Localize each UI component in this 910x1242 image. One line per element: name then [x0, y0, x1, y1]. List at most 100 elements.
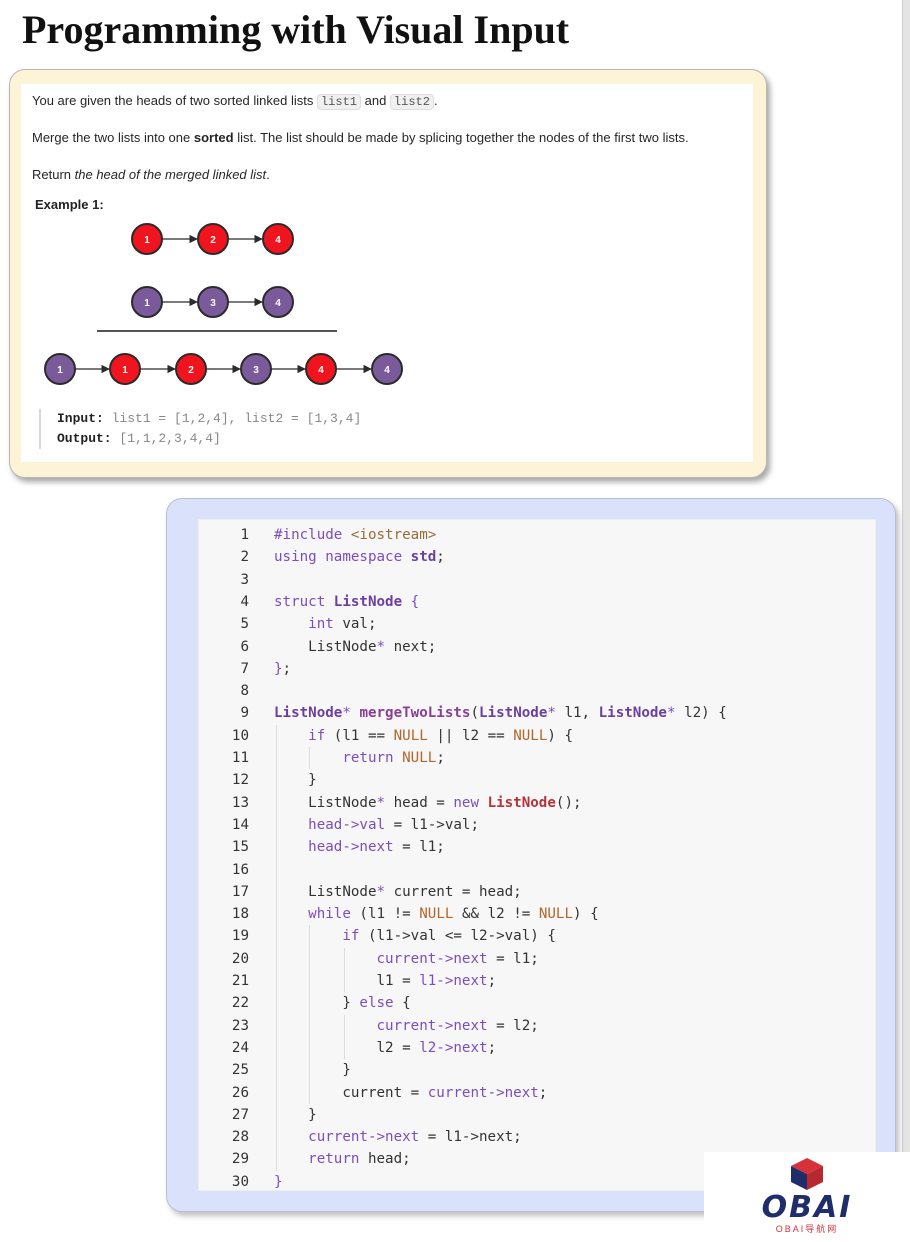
code-token: *: [376, 638, 386, 655]
code-token: ) {: [547, 727, 573, 744]
line-number: 2: [240, 549, 249, 566]
code-line: 25 }: [199, 1059, 869, 1081]
code-line: 22 } else {: [199, 992, 869, 1014]
code-text: current = current->next;: [274, 1082, 547, 1104]
code-token: l2) {: [684, 705, 727, 722]
code-token: current->next: [376, 950, 488, 967]
code-token: }: [274, 1173, 283, 1190]
code-text: head->next = l1;: [274, 836, 445, 858]
code-text: ListNode* head = new ListNode();: [274, 792, 582, 814]
code-token: int: [308, 616, 334, 633]
line-number: 17: [231, 883, 249, 900]
code-token: current->next: [427, 1084, 539, 1101]
output-label: Output:: [57, 431, 112, 446]
list2-node-label: 1: [144, 298, 150, 309]
line-number: 27: [231, 1106, 249, 1123]
code-line: 27 }: [199, 1104, 869, 1126]
list1-node-label: 1: [144, 235, 150, 246]
code-token: ;: [436, 549, 445, 566]
watermark-text: OBAI: [761, 1190, 853, 1225]
code-text: current->next = l2;: [274, 1015, 539, 1037]
list2-node-label: 3: [210, 298, 216, 309]
code-text: int val;: [274, 613, 376, 635]
code-token: *: [376, 883, 386, 900]
line-number: 11: [231, 750, 249, 766]
code-text: if (l1->val <= l2->val) {: [274, 925, 556, 947]
code-line: 3: [199, 569, 869, 591]
code-line: 2 using namespace std;: [199, 546, 869, 568]
code-token: || l2 ==: [427, 727, 514, 744]
code-token: ListNode: [333, 593, 403, 610]
code-editor[interactable]: 1 #include <iostream> 2 using namespace std…: [198, 519, 876, 1191]
code-token: *: [342, 705, 360, 722]
code-token: ListNode: [479, 705, 548, 722]
code-token: }: [274, 995, 360, 1012]
example-io-block: Input: list1 = [1,2,4], list2 = [1,3,4] …: [39, 409, 361, 449]
code-token: struct: [274, 593, 334, 610]
code-token: l1 =: [274, 973, 420, 989]
indent-guide: [309, 747, 310, 770]
code-line: 17 ListNode* current = head;: [199, 881, 869, 903]
line-number: 22: [231, 995, 249, 1012]
merged-node: 1: [109, 353, 141, 385]
watermark-subtext: OBAI导航网: [775, 1224, 839, 1234]
code-token: head->val: [308, 816, 386, 833]
code-token: = l1->val;: [385, 816, 480, 833]
problem-statement: You are given the heads of two sorted li…: [21, 84, 753, 462]
code-token: if: [342, 928, 360, 945]
code-text: };: [274, 658, 291, 680]
line-number: 26: [231, 1084, 249, 1101]
merged-node: 2: [175, 353, 207, 385]
line-number: 8: [240, 683, 249, 700]
code-token: && l2 !=: [453, 906, 539, 923]
code-line: 14 head->val = l1->val;: [199, 814, 869, 836]
code-token: ();: [555, 794, 582, 811]
code-token: }: [274, 772, 317, 789]
line-number: 4: [240, 593, 249, 610]
list1-node: 1: [131, 223, 163, 255]
code-token: current =: [274, 1084, 428, 1101]
code-token: mergeTwoLists: [359, 705, 471, 722]
code-token: NULL: [402, 750, 437, 766]
code-token: = l1->next;: [419, 1129, 522, 1146]
page-right-border: [902, 0, 910, 1242]
code-line: 28 current->next = l1->next;: [199, 1126, 869, 1148]
code-token: head =: [385, 794, 454, 811]
input-value: list1 = [1,2,4], list2 = [1,3,4]: [111, 411, 362, 426]
code-token: current = head;: [385, 883, 522, 900]
code-token: current->next: [308, 1129, 420, 1146]
line-number: 20: [231, 950, 249, 967]
code-token: current->next: [376, 1017, 488, 1034]
code-token: ;: [487, 1039, 497, 1056]
code-text: } else {: [274, 992, 411, 1014]
code-token: *: [547, 705, 565, 722]
code-token: head;: [359, 1151, 411, 1168]
code-token: new: [453, 794, 480, 811]
code-text: }: [274, 1104, 317, 1126]
code-token: ;: [436, 750, 445, 766]
code-token: ListNode: [598, 705, 667, 722]
merged-node-label: 3: [253, 365, 259, 376]
list2-node: 1: [131, 286, 163, 318]
code-token: ;: [487, 973, 497, 989]
code-token: = l2;: [487, 1017, 539, 1034]
code-token: #include: [274, 527, 351, 543]
line-number: 10: [231, 727, 249, 744]
code-text: l2 = l2->next;: [274, 1037, 496, 1059]
code-text: if (l1 == NULL || l2 == NULL) {: [274, 725, 573, 747]
code-token: {: [393, 995, 411, 1012]
code-token: while: [308, 906, 351, 923]
indent-guide: [344, 947, 345, 993]
code-token: ListNode: [274, 794, 377, 811]
code-token: NULL: [393, 727, 428, 744]
code-line: 7};: [199, 658, 869, 680]
line-number: 23: [231, 1017, 249, 1034]
code-token: ) {: [573, 906, 599, 923]
line-number: 6: [240, 638, 249, 655]
code-text: }: [274, 1059, 351, 1081]
code-token: next;: [385, 638, 437, 655]
